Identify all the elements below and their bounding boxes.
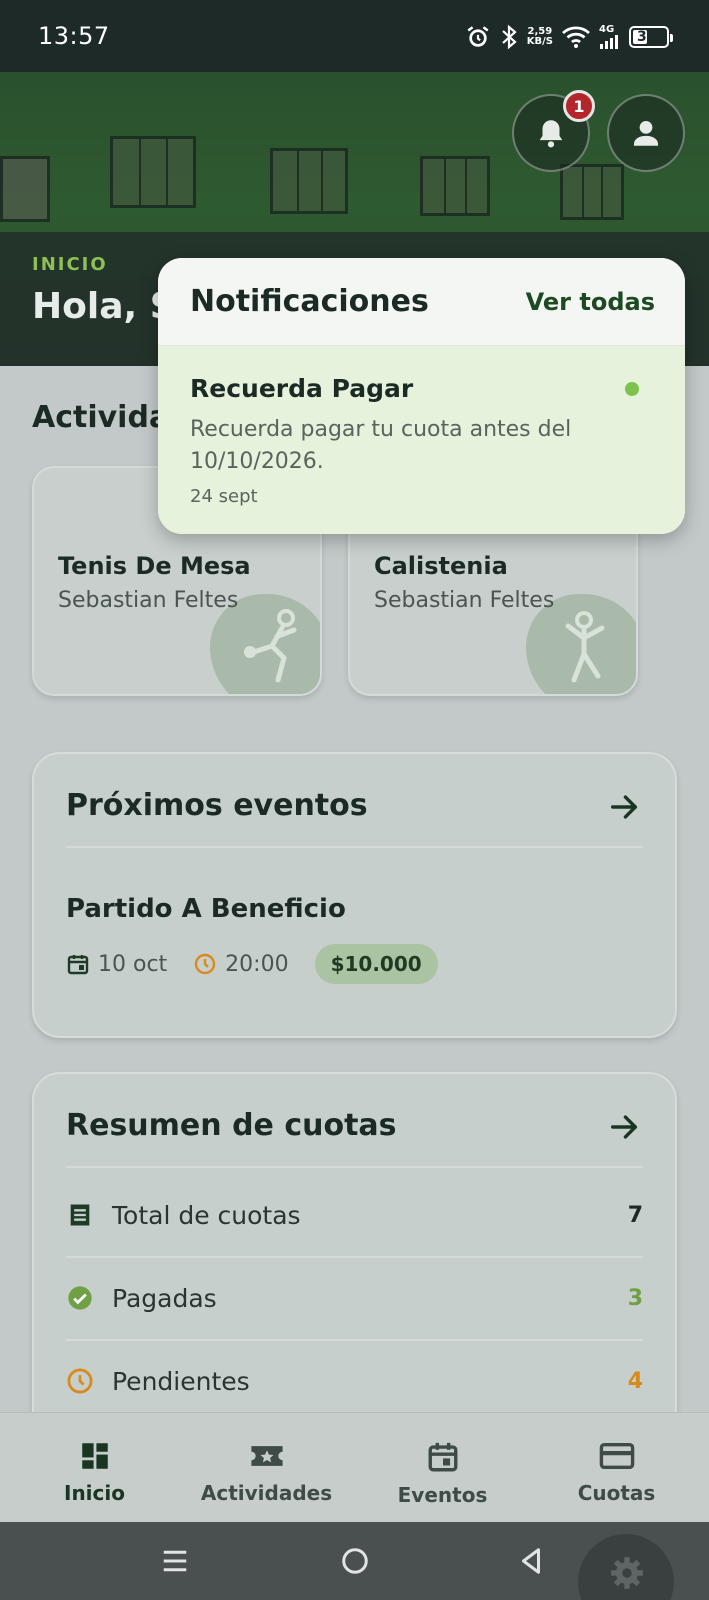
fees-row-label: Pagadas [112,1283,217,1313]
network-speed: 2,59 KB/S [527,27,553,47]
activities-title: Activida [32,400,170,435]
event-price-badge: $10.000 [314,944,438,984]
clock-icon [67,1368,93,1394]
nav-item-actividades[interactable]: Actividades [178,1413,355,1523]
notifications-popover: Notificaciones Ver todas Recuerda Pagar … [158,258,685,534]
nav-item-inicio[interactable]: Inicio [6,1413,183,1523]
popover-header: Notificaciones Ver todas [158,258,685,346]
nav-label: Eventos [397,1483,488,1507]
battery-icon: 39 [629,26,673,48]
signal-icon [600,35,618,49]
speed-unit: KB/S [526,36,553,47]
wifi-icon [562,26,590,48]
profile-button[interactable] [607,94,685,172]
activity-name: Tenis De Mesa [58,552,251,580]
popover-title: Notificaciones [190,284,429,319]
fees-row-total: Total de cuotas 7 [66,1174,643,1256]
nav-item-eventos[interactable]: Eventos [354,1413,531,1523]
notification-item[interactable]: Recuerda Pagar Recuerda pagar tu cuota a… [158,346,685,534]
bluetooth-icon [502,24,517,50]
clock-icon [194,953,216,975]
nav-item-cuotas[interactable]: Cuotas [528,1413,705,1523]
status-bar: 13:57 2,59 KB/S 4G 39 [0,0,709,72]
check-circle-icon [68,1286,92,1310]
fees-row-paid: Pagadas 3 [66,1257,643,1339]
ping-pong-player-icon [244,609,297,683]
calisthenics-icon [565,611,605,683]
event-time: 20:00 [225,951,289,977]
calendar-icon [428,1442,457,1472]
nav-label: Actividades [200,1481,333,1505]
bell-icon [539,120,563,148]
header-kicker: INICIO [32,254,108,275]
bottom-navigation: Inicio Actividades Eventos Cuotas [0,1412,709,1522]
event-name: Partido A Beneficio [66,894,346,924]
star-ticket-icon [250,1446,283,1466]
receipt-icon [70,1204,90,1226]
gear-icon [611,1557,643,1589]
unread-dot [625,382,639,396]
activity-instructor: Sebastian Feltes [374,588,555,613]
fees-row-value: 7 [627,1202,643,1228]
home-circle-icon[interactable] [340,1546,370,1576]
credit-card-icon [599,1442,634,1470]
status-time: 13:57 [38,22,110,50]
settings-floating-button[interactable] [578,1534,674,1600]
fees-row-value: 4 [627,1368,643,1394]
dashboard-icon [81,1443,108,1469]
activity-name: Calistenia [374,552,508,580]
notification-date: 24 sept [190,486,258,507]
greeting-title: Hola, S [32,286,176,327]
system-navigation-bar [0,1522,709,1600]
events-card[interactable]: Próximos eventos Partido A Beneficio 10 … [32,752,677,1038]
event-date: 10 oct [98,951,168,977]
notification-badge: 1 [563,90,595,122]
back-icon[interactable] [516,1546,546,1576]
fees-row-value: 3 [627,1285,643,1311]
person-icon [633,120,659,146]
fees-title: Resumen de cuotas [66,1108,397,1143]
notification-title: Recuerda Pagar [190,374,414,403]
event-meta: 10 oct 20:00 $10.000 [66,944,438,984]
fees-row-label: Total de cuotas [112,1200,301,1230]
status-icons: 2,59 KB/S 4G 39 [465,22,673,52]
alarm-icon [467,26,489,47]
arrow-right-icon[interactable] [607,1110,641,1144]
activity-instructor: Sebastian Feltes [58,588,239,613]
fees-row-label: Pendientes [112,1366,250,1396]
view-all-link[interactable]: Ver todas [526,288,655,316]
battery-level: 39 [637,29,657,45]
calendar-icon [67,955,89,975]
notification-body: Recuerda pagar tu cuota antes del 10/10/… [190,417,572,474]
network-type: 4G [599,24,615,35]
events-title: Próximos eventos [66,788,368,823]
arrow-right-icon[interactable] [607,790,641,824]
menu-icon[interactable] [160,1546,190,1576]
nav-label: Inicio [64,1481,125,1505]
fees-row-pending: Pendientes 4 [66,1340,643,1422]
nav-label: Cuotas [577,1481,656,1505]
